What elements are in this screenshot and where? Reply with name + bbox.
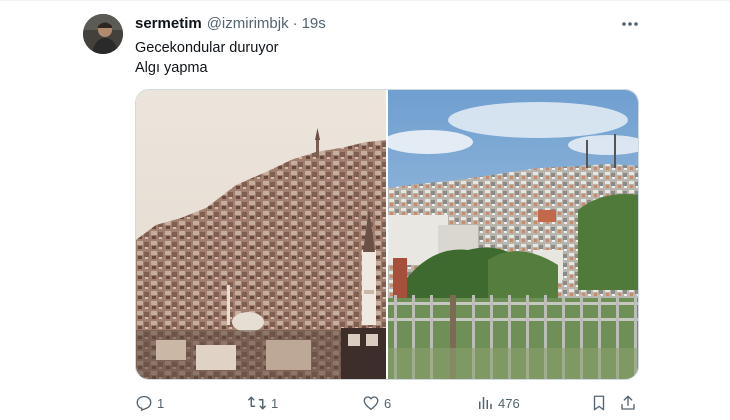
tweet-actions: 1 1 6 476 (135, 391, 639, 415)
retweet-count: 1 (271, 395, 279, 411)
display-name[interactable]: sermetim (135, 15, 202, 32)
avatar[interactable] (83, 14, 123, 54)
bookmark-button[interactable] (591, 391, 607, 415)
like-count: 6 (384, 395, 392, 411)
retweet-icon (248, 396, 266, 410)
sepia-hillside-houses-photo[interactable] (136, 90, 386, 379)
bookmark-icon (593, 395, 605, 411)
tweet-media (135, 89, 639, 380)
views-chart-icon (479, 397, 492, 409)
reply-icon (136, 395, 152, 412)
share-button[interactable] (619, 391, 637, 415)
tweet-header: sermetim @izmirimbjk · 19s (135, 15, 326, 35)
reply-button[interactable]: 1 (135, 391, 164, 415)
tweet-line-1: Gecekondular duruyor (135, 40, 279, 56)
tweet-text: Gecekondular duruyor Algı yapma (135, 38, 278, 78)
like-button[interactable]: 6 (362, 391, 391, 415)
separator-dot: · (292, 15, 298, 32)
views-button[interactable]: 476 (476, 391, 520, 415)
modern-hillside-city-photo[interactable] (388, 90, 638, 379)
retweet-button[interactable]: 1 (247, 391, 278, 415)
tweet-line-2: Algı yapma (135, 60, 208, 76)
timestamp[interactable]: 19s (302, 15, 326, 32)
share-icon (621, 395, 635, 410)
more-horizontal-icon (622, 22, 638, 26)
more-options-button[interactable] (618, 13, 642, 35)
heart-icon (363, 396, 379, 411)
view-count: 476 (498, 395, 520, 411)
reply-count: 1 (157, 395, 165, 411)
user-handle[interactable]: @izmirimbjk (207, 15, 289, 32)
top-divider (0, 0, 730, 1)
